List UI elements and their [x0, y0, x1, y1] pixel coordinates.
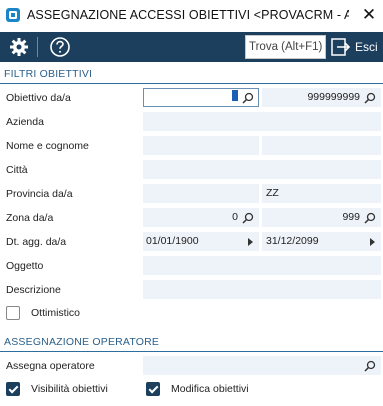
exit-button[interactable]: Esci — [331, 35, 381, 59]
label-nome-cognome: Nome e cognome — [6, 140, 89, 152]
oggetto-field[interactable] — [143, 256, 381, 275]
search-icon[interactable] — [364, 212, 376, 224]
search-input[interactable]: Trova (Alt+F1) — [245, 35, 326, 59]
label-provincia: Provincia da/a — [6, 188, 73, 200]
nome-field[interactable] — [143, 136, 259, 155]
label-zona: Zona da/a — [6, 212, 54, 224]
obiettivo-to-value: 999999999 — [307, 91, 360, 103]
provincia-to-field[interactable]: ZZ — [262, 184, 381, 203]
app-icon — [6, 8, 20, 22]
label-dt-agg: Dt. agg. da/a — [6, 236, 67, 248]
descrizione-field[interactable] — [143, 280, 381, 299]
label-citta: Città — [6, 164, 28, 176]
visibilita-label: Visibilità obiettivi — [31, 383, 108, 395]
modifica-checkbox[interactable] — [146, 382, 160, 396]
text-cursor — [232, 90, 238, 101]
search-icon[interactable] — [364, 360, 376, 372]
dt-agg-from-value: 01/01/1900 — [146, 235, 199, 247]
zona-to-value: 999 — [342, 211, 360, 223]
search-icon[interactable] — [364, 92, 376, 104]
exit-icon — [331, 38, 351, 56]
arrow-right-icon[interactable] — [248, 238, 253, 246]
window-title: ASSEGNAZIONE ACCESSI OBIETTIVI <PROVACRM… — [27, 8, 349, 22]
dt-agg-to-field[interactable]: 31/12/2099 — [262, 232, 381, 251]
operatore-field[interactable] — [143, 356, 381, 375]
section-header-assignment: ASSEGNAZIONE OPERATORE — [0, 334, 383, 352]
label-assegna-operatore: Assegna operatore — [6, 360, 95, 372]
zona-from-field[interactable]: 0 — [143, 208, 259, 227]
visibilita-checkbox[interactable] — [6, 382, 20, 396]
dt-agg-to-value: 31/12/2099 — [266, 235, 319, 247]
obiettivo-to-field[interactable]: 999999999 — [262, 88, 381, 107]
obiettivo-from-field[interactable] — [143, 88, 259, 107]
citta-field[interactable] — [143, 160, 381, 179]
label-oggetto: Oggetto — [6, 260, 44, 272]
search-icon[interactable] — [242, 212, 254, 224]
close-icon[interactable]: ✕ — [360, 5, 378, 25]
help-icon[interactable] — [49, 36, 71, 58]
label-azienda: Azienda — [6, 116, 44, 128]
search-icon[interactable] — [242, 92, 254, 104]
label-descrizione: Descrizione — [6, 284, 61, 296]
toolbar-separator — [37, 37, 38, 57]
arrow-right-icon[interactable] — [370, 238, 375, 246]
label-obiettivo: Obiettivo da/a — [6, 92, 71, 104]
section-header-filters: FILTRI OBIETTIVI — [0, 66, 383, 84]
cognome-field[interactable] — [262, 136, 381, 155]
exit-label: Esci — [355, 40, 378, 54]
ottimistico-label: Ottimistico — [31, 307, 81, 319]
title-bar: ASSEGNAZIONE ACCESSI OBIETTIVI <PROVACRM… — [0, 0, 383, 32]
gear-icon[interactable] — [8, 36, 30, 58]
provincia-from-field[interactable] — [143, 184, 259, 203]
dt-agg-from-field[interactable]: 01/01/1900 — [143, 232, 259, 251]
ottimistico-checkbox[interactable] — [6, 306, 20, 320]
azienda-field[interactable] — [143, 112, 381, 131]
zona-to-field[interactable]: 999 — [262, 208, 381, 227]
provincia-to-value: ZZ — [266, 187, 279, 199]
zona-from-value: 0 — [232, 211, 238, 223]
modifica-label: Modifica obiettivi — [171, 383, 249, 395]
